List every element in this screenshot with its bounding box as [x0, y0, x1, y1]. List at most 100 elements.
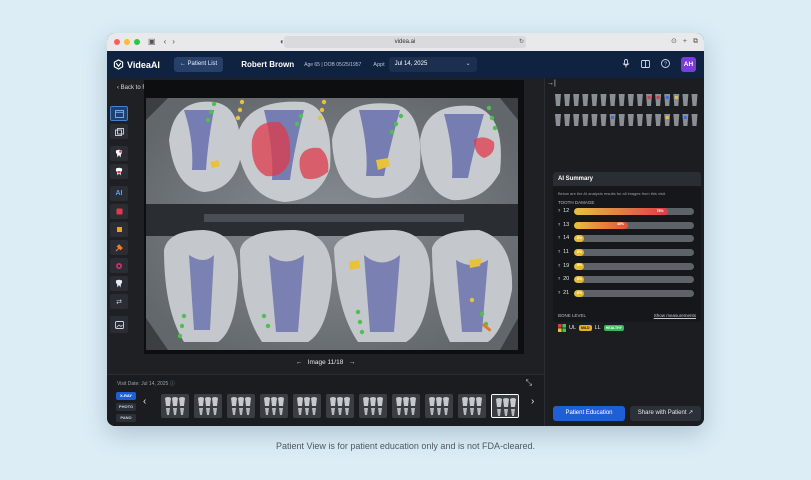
chart-tooth[interactable]: [573, 94, 580, 106]
chart-tooth[interactable]: [655, 114, 662, 126]
chart-tooth[interactable]: [646, 114, 652, 126]
thumbs-next-icon[interactable]: ›: [531, 396, 534, 407]
modality-pano-button[interactable]: PANO: [116, 414, 136, 422]
chart-tooth[interactable]: [582, 114, 589, 126]
xray-thumbnail[interactable]: [359, 394, 387, 418]
chart-tooth[interactable]: [646, 94, 652, 106]
reload-icon[interactable]: ↻: [519, 33, 524, 51]
restoration-icon[interactable]: [110, 240, 128, 255]
tooth-number-icon[interactable]: [110, 276, 128, 291]
layout-compare-icon[interactable]: [110, 124, 128, 139]
chart-tooth[interactable]: [555, 94, 561, 106]
collapse-strip-icon[interactable]: ⤡: [526, 378, 532, 388]
xray-thumbnail[interactable]: [392, 394, 420, 418]
url-bar[interactable]: videa.ai: [284, 36, 526, 48]
chart-tooth[interactable]: [582, 94, 589, 106]
patient-list-label: Patient List: [187, 61, 218, 67]
xray-thumbnail[interactable]: [458, 394, 486, 418]
layout-single-icon[interactable]: [110, 106, 128, 121]
minimize-window-dot[interactable]: [124, 39, 130, 45]
chart-tooth[interactable]: [627, 94, 634, 106]
image-settings-icon[interactable]: [110, 316, 128, 333]
appointment-select[interactable]: Jul 14, 2025 ⌄: [388, 57, 477, 72]
maximize-window-dot[interactable]: [134, 39, 140, 45]
chart-tooth[interactable]: [573, 114, 580, 126]
forward-arrow-icon[interactable]: ›: [172, 33, 175, 51]
xray-thumbnail[interactable]: [293, 394, 321, 418]
swap-icon[interactable]: ⇄: [110, 294, 128, 309]
chart-tooth[interactable]: [691, 114, 698, 126]
tooth-damage-row[interactable]: ♆ 20 8%: [557, 273, 701, 287]
chart-tooth[interactable]: [564, 94, 571, 106]
modality-photo-button[interactable]: PHOTO: [116, 403, 136, 411]
chart-tooth[interactable]: [600, 114, 607, 126]
tooth-damage-row[interactable]: ♆ 14 8%: [557, 232, 701, 246]
chart-tooth[interactable]: [591, 114, 598, 126]
chart-tooth[interactable]: [555, 114, 561, 126]
brand-logo[interactable]: VideaAI: [113, 59, 160, 70]
tooth-damage-row[interactable]: ♆ 13 45%: [557, 219, 701, 233]
tooth-damage-row[interactable]: ♆ 19 8%: [557, 260, 701, 274]
chart-tooth[interactable]: [609, 94, 616, 106]
share-with-patient-button[interactable]: Share with Patient ↗: [630, 406, 701, 421]
tooth-damage-row[interactable]: ♆ 21 8%: [557, 287, 701, 301]
modality-xray-button[interactable]: X-RAY: [116, 392, 136, 400]
chart-tooth[interactable]: [618, 114, 625, 126]
chart-tooth[interactable]: [636, 94, 643, 106]
chart-tooth[interactable]: [618, 94, 625, 106]
right-panel: →| AI Summary Below are the AI analysis …: [544, 78, 704, 426]
xray-thumbnail[interactable]: [161, 394, 189, 418]
upper-dental-chart[interactable]: [554, 92, 701, 108]
chart-tooth[interactable]: [655, 94, 662, 106]
xray-image[interactable]: [144, 80, 524, 354]
close-window-dot[interactable]: [114, 39, 120, 45]
collapse-panel-icon[interactable]: →|: [547, 80, 556, 87]
fda-disclaimer: Patient View is for patient education on…: [276, 441, 535, 451]
xray-thumbnail[interactable]: [227, 394, 255, 418]
chart-tooth[interactable]: [609, 114, 616, 126]
chart-tooth[interactable]: [682, 94, 689, 106]
book-icon[interactable]: [641, 59, 650, 70]
xray-thumbnail[interactable]: [425, 394, 453, 418]
chart-tooth[interactable]: [627, 114, 634, 126]
chart-tooth[interactable]: [673, 94, 680, 106]
tooth-damage-row[interactable]: ♆ 11 8%: [557, 246, 701, 260]
xray-thumbnail[interactable]: [260, 394, 288, 418]
chart-tooth[interactable]: [691, 94, 698, 106]
download-icon[interactable]: ⊙: [671, 33, 677, 51]
tooth-highlight-icon[interactable]: [110, 146, 128, 161]
tooth-outline-icon[interactable]: [110, 164, 128, 179]
chart-tooth[interactable]: [664, 94, 671, 106]
sidebar-toggle-icon[interactable]: ▣: [148, 33, 156, 51]
chart-tooth[interactable]: [564, 114, 571, 126]
chart-tooth[interactable]: [636, 114, 643, 126]
patient-education-button[interactable]: Patient Education: [553, 406, 625, 421]
info-icon[interactable]: ⓘ: [170, 381, 175, 387]
arrow-left-icon: ←: [179, 61, 188, 67]
chart-tooth[interactable]: [591, 94, 598, 106]
user-avatar[interactable]: AH: [681, 57, 696, 72]
thumbs-prev-icon[interactable]: ‹: [143, 396, 146, 407]
chart-tooth[interactable]: [664, 114, 671, 126]
tooth-damage-row[interactable]: ♆ 12 78%: [557, 205, 701, 219]
microphone-icon[interactable]: [622, 59, 630, 70]
chart-tooth[interactable]: [682, 114, 689, 126]
tabs-overview-icon[interactable]: ⧉: [693, 33, 698, 51]
patient-list-button[interactable]: ← Patient List: [173, 57, 224, 72]
next-image-arrow-icon[interactable]: →: [345, 359, 356, 366]
chart-tooth[interactable]: [673, 114, 680, 126]
xray-thumbnail[interactable]: [194, 394, 222, 418]
lesion-icon[interactable]: [110, 258, 128, 273]
xray-thumbnail[interactable]: [491, 394, 519, 418]
prev-image-arrow-icon[interactable]: ←: [296, 359, 306, 366]
caries-icon[interactable]: [110, 204, 128, 219]
back-arrow-icon[interactable]: ‹: [164, 33, 167, 51]
xray-thumbnail[interactable]: [326, 394, 354, 418]
show-measurements-link[interactable]: Show measurements: [654, 313, 696, 318]
chart-tooth[interactable]: [600, 94, 607, 106]
help-icon[interactable]: ?: [661, 59, 670, 70]
ai-toggle-button[interactable]: AI: [110, 186, 128, 201]
calculus-icon[interactable]: [110, 222, 128, 237]
lower-dental-chart[interactable]: [554, 112, 701, 128]
new-tab-icon[interactable]: +: [683, 33, 687, 51]
